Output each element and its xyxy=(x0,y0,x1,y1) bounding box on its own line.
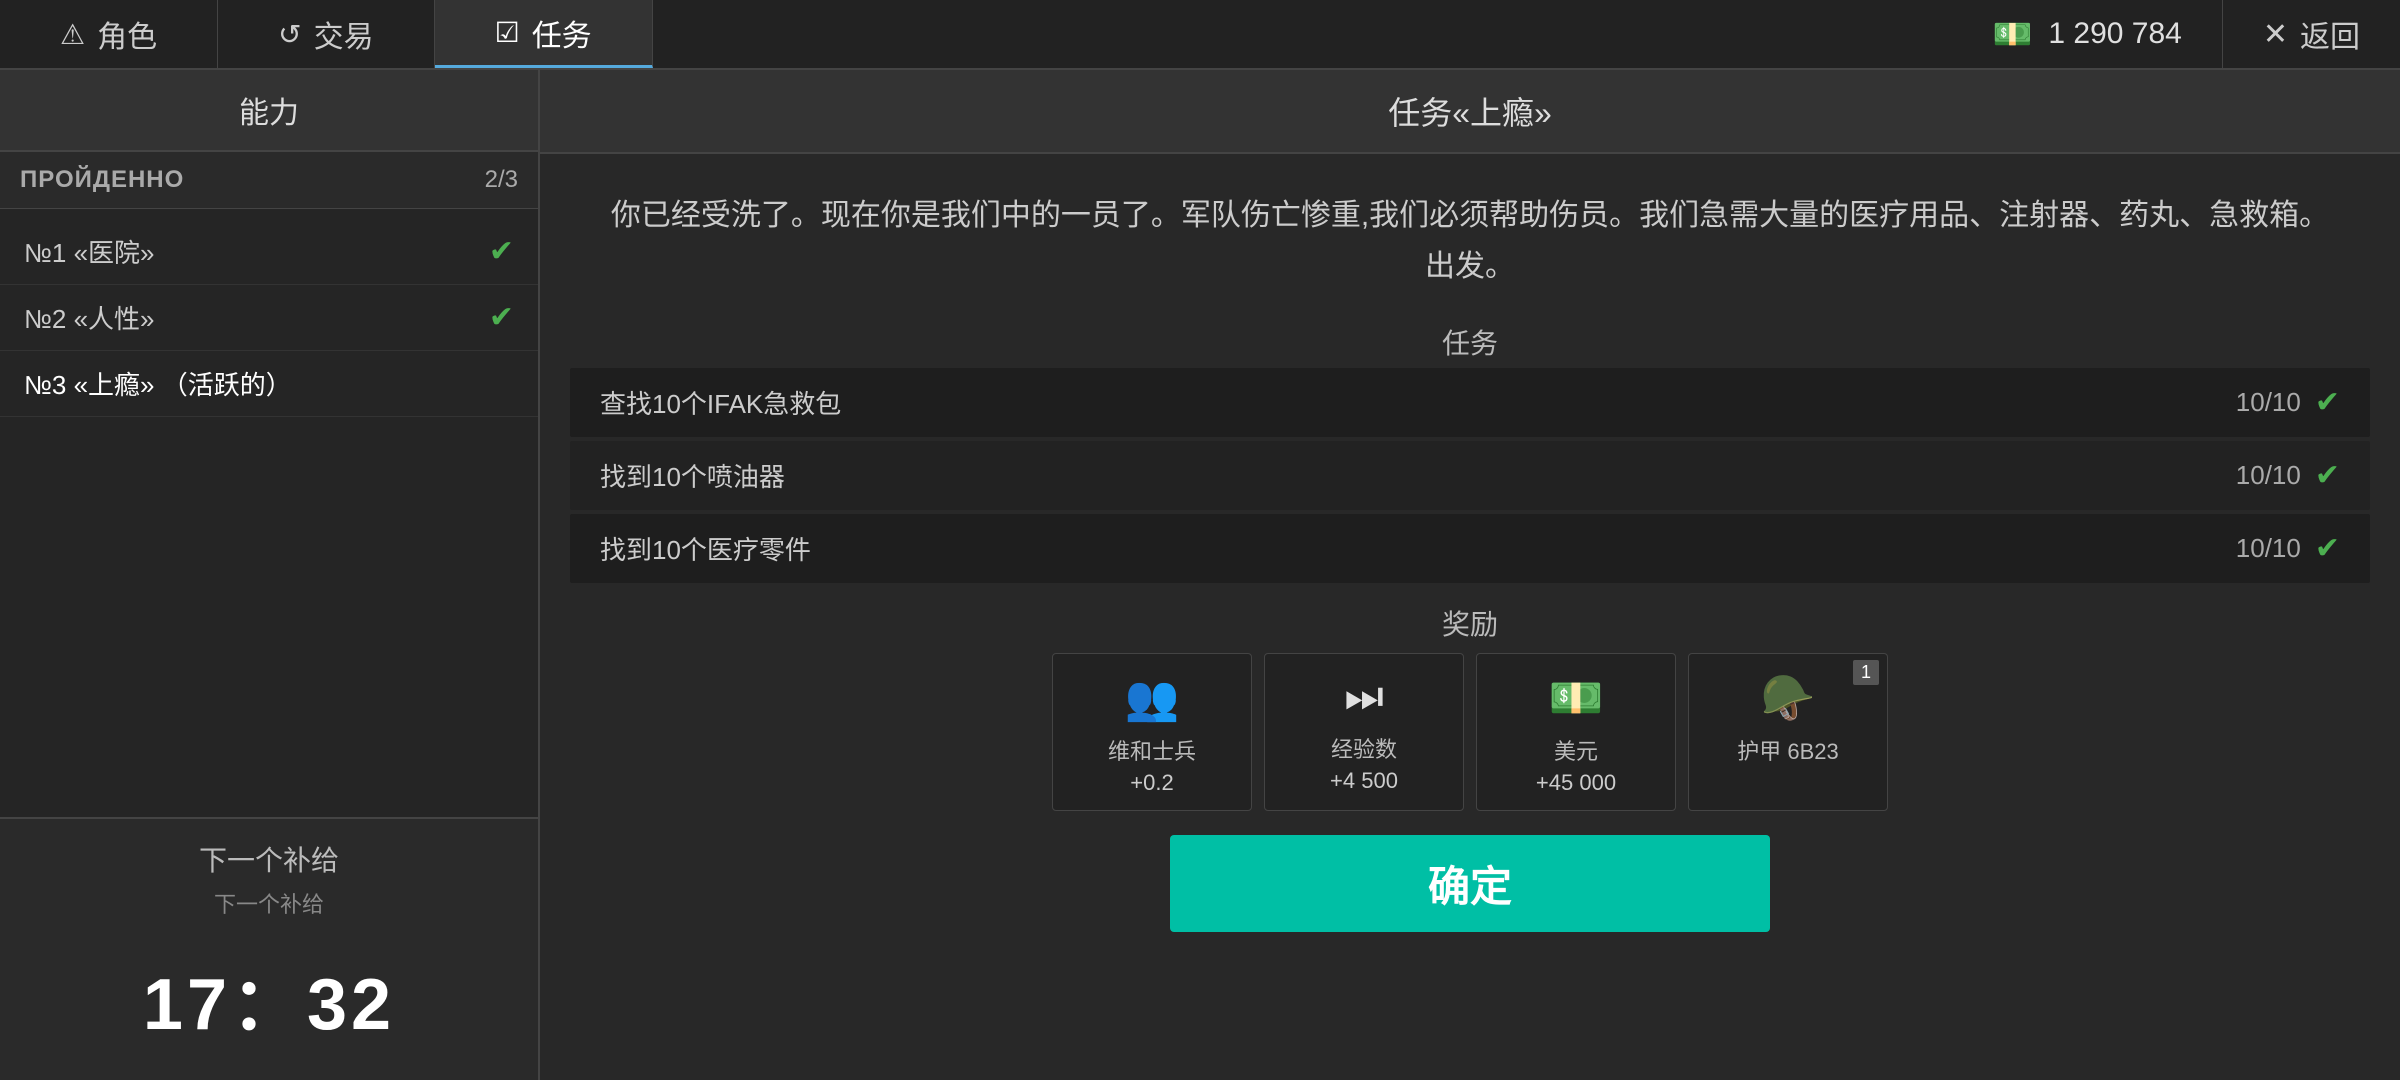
task-row: 查找10个IFAK急救包 10/10 ✔ xyxy=(570,368,2370,437)
progress-label: ПРОЙДЕННО xyxy=(20,166,184,194)
quest-list: №1 «医院» ✔ №2 «人性» ✔ №3 «上瘾» （活跃的） xyxy=(0,209,538,817)
reward-name: 经验数 xyxy=(1331,732,1397,764)
task-label: 找到10个医疗零件 xyxy=(600,530,811,567)
progress-value: 2/3 xyxy=(485,166,518,194)
quest-item[interactable]: №2 «人性» ✔ xyxy=(0,285,538,351)
tab-trade-label: 交易 xyxy=(314,12,374,56)
close-x-icon: ✕ xyxy=(2263,17,2288,52)
tasks-section: 查找10个IFAK急救包 10/10 ✔ 找到10个喷油器 10/10 ✔ 找到… xyxy=(540,368,2400,587)
tab-trade[interactable]: ↺ 交易 xyxy=(218,0,434,68)
task-status: 10/10 ✔ xyxy=(2236,458,2340,493)
currency-value: 1 290 784 xyxy=(2048,17,2181,51)
reward-item: 👥 维和士兵 +0.2 xyxy=(1052,653,1252,811)
character-icon: ⚠ xyxy=(60,18,85,51)
task-status: 10/10 ✔ xyxy=(2236,385,2340,420)
quest-label: №3 «上瘾» （活跃的） xyxy=(24,365,292,402)
tab-character-label: 角色 xyxy=(97,12,157,56)
rewards-header: 奖励 xyxy=(540,587,2400,653)
confirm-area: 确定 xyxy=(540,821,2400,942)
reward-item: 💵 美元 +45 000 xyxy=(1476,653,1676,811)
reward-value: +45 000 xyxy=(1536,770,1616,796)
rewards-grid: 👥 维和士兵 +0.2 ⏭ 经验数 +4 500 💵 美元 +45 000 1 … xyxy=(540,653,2400,821)
quest-item[interactable]: №3 «上瘾» （活跃的） xyxy=(0,351,538,417)
supply-timer: 17：32 xyxy=(0,935,538,1070)
currency-area: 💵 1 290 784 xyxy=(1953,15,2222,53)
close-label: 返回 xyxy=(2300,12,2360,56)
reward-name: 护甲 6B23 xyxy=(1737,734,1839,766)
left-panel: 能力 ПРОЙДЕННО 2/3 №1 «医院» ✔ №2 «人性» ✔ №3 «上瘾»… xyxy=(0,70,540,1080)
mission-icon: ☑ xyxy=(495,16,520,49)
quest-check-icon: ✔ xyxy=(489,234,514,269)
reward-item: 1 🪖 护甲 6B23 xyxy=(1688,653,1888,811)
mission-description: 你已经受洗了。现在你是我们中的一员了。军队伤亡惨重,我们必须帮助伤员。我们急需大… xyxy=(540,154,2400,312)
task-label: 查找10个IFAK急救包 xyxy=(600,384,841,421)
supply-title: 下一个补给 xyxy=(0,839,538,879)
tab-mission-label: 任务 xyxy=(532,11,592,55)
confirm-button[interactable]: 确定 xyxy=(1170,835,1770,932)
reward-item: ⏭ 经验数 +4 500 xyxy=(1264,653,1464,811)
right-panel: 任务«上瘾» 你已经受洗了。现在你是我们中的一员了。军队伤亡惨重,我们必须帮助伤… xyxy=(540,70,2400,1080)
quest-item[interactable]: №1 «医院» ✔ xyxy=(0,219,538,285)
task-count: 10/10 xyxy=(2236,387,2301,418)
abilities-header: 能力 xyxy=(0,70,538,152)
task-check-icon: ✔ xyxy=(2315,458,2340,493)
reward-icon: ⏭ xyxy=(1344,672,1384,722)
reward-name: 维和士兵 xyxy=(1108,734,1196,766)
task-count: 10/10 xyxy=(2236,460,2301,491)
reward-icon: 👥 xyxy=(1125,672,1180,724)
reward-icon: 🪖 xyxy=(1761,672,1816,724)
quest-label: №1 «医院» xyxy=(24,233,155,270)
money-icon: 💵 xyxy=(1993,15,2033,53)
task-row: 找到10个医疗零件 10/10 ✔ xyxy=(570,514,2370,583)
mission-header: 任务«上瘾» xyxy=(540,70,2400,154)
progress-section: ПРОЙДЕННО 2/3 xyxy=(0,152,538,209)
tab-character[interactable]: ⚠ 角色 xyxy=(0,0,218,68)
quest-label: №2 «人性» xyxy=(24,299,155,336)
task-check-icon: ✔ xyxy=(2315,531,2340,566)
top-nav: ⚠ 角色 ↺ 交易 ☑ 任务 💵 1 290 784 ✕ 返回 xyxy=(0,0,2400,70)
task-row: 找到10个喷油器 10/10 ✔ xyxy=(570,441,2370,510)
tasks-header: 任务 xyxy=(540,312,2400,368)
trade-icon: ↺ xyxy=(278,18,301,51)
close-button[interactable]: ✕ 返回 xyxy=(2222,0,2400,68)
task-label: 找到10个喷油器 xyxy=(600,457,785,494)
task-status: 10/10 ✔ xyxy=(2236,531,2340,566)
quest-check-icon: ✔ xyxy=(489,300,514,335)
supply-section: 下一个补给 下一个补给 17：32 xyxy=(0,817,538,1080)
reward-name: 美元 xyxy=(1554,734,1598,766)
main-content: 能力 ПРОЙДЕННО 2/3 №1 «医院» ✔ №2 «人性» ✔ №3 «上瘾»… xyxy=(0,70,2400,1080)
task-check-icon: ✔ xyxy=(2315,385,2340,420)
reward-icon: 💵 xyxy=(1549,672,1604,724)
reward-value: +0.2 xyxy=(1130,770,1173,796)
tab-mission[interactable]: ☑ 任务 xyxy=(435,0,653,68)
reward-badge: 1 xyxy=(1853,660,1879,685)
reward-value: +4 500 xyxy=(1330,768,1398,794)
supply-subtitle: 下一个补给 xyxy=(0,887,538,919)
task-count: 10/10 xyxy=(2236,533,2301,564)
